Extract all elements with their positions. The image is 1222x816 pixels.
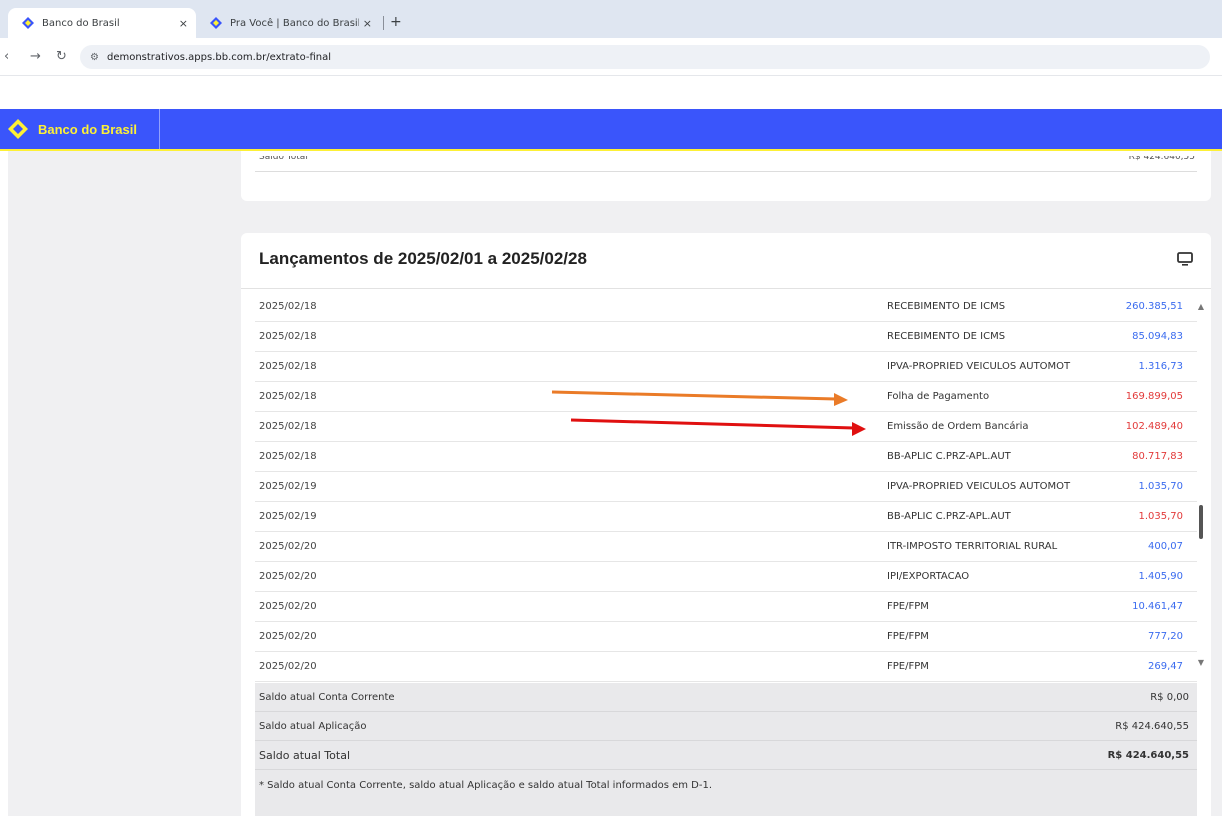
row-value: 269,47 [1148, 661, 1183, 672]
table-row[interactable]: 2025/02/18 IPVA-PROPRIED VEICULOS AUTOMOT… [255, 352, 1197, 382]
table-row[interactable]: 2025/02/20 IPI/EXPORTACAO 1.405,90 [255, 562, 1197, 592]
row-value: 85.094,83 [1132, 331, 1183, 342]
table-row[interactable]: 2025/02/18 Emissão de Ordem Bancária 102.4… [255, 412, 1197, 442]
browser-address-bar: ‹ → ↻ ⚙ demonstrativos.apps.bb.com.br/ex… [0, 38, 1222, 76]
row-value: 260.385,51 [1125, 301, 1183, 312]
summary-label: Saldo atual Conta Corrente [259, 692, 395, 703]
row-date: 2025/02/20 [259, 571, 317, 582]
row-description: IPVA-PROPRIED VEICULOS AUTOMOT [887, 361, 1071, 372]
row-date: 2025/02/19 [259, 511, 317, 522]
scroll-up-icon[interactable]: ▲ [1198, 302, 1204, 311]
row-description: FPE/FPM [887, 661, 929, 672]
divider [255, 171, 1197, 172]
scroll-down-icon[interactable]: ▼ [1198, 658, 1204, 667]
table-row[interactable]: 2025/02/19 BB-APLIC C.PRZ-APL.AUT 1.035,70 [255, 502, 1197, 532]
summary-value: R$ 0,00 [1150, 692, 1189, 703]
tab-separator [383, 16, 384, 30]
row-value: 10.461,47 [1132, 601, 1183, 612]
brand-name: Banco do Brasil [38, 121, 137, 137]
row-value: 102.489,40 [1125, 421, 1183, 432]
tab-pra-voce[interactable]: Pra Você | Banco do Brasil × [200, 8, 380, 38]
table-row[interactable]: 2025/02/20 FPE/FPM 10.461,47 [255, 592, 1197, 622]
divider [241, 288, 1211, 289]
summary-value: R$ 424.640,55 [1107, 750, 1189, 761]
row-description: RECEBIMENTO DE ICMS [887, 331, 1006, 342]
table-row[interactable]: 2025/02/18 RECEBIMENTO DE ICMS 260.385,51 [255, 292, 1197, 322]
summary-row-aplicacao: Saldo atual Aplicação R$ 424.640,55 [255, 712, 1197, 741]
row-value: 400,07 [1148, 541, 1183, 552]
tab-banco-do-brasil[interactable]: Banco do Brasil × [8, 8, 196, 38]
summary-value: R$ 424.640,55 [1115, 721, 1189, 732]
row-value: 169.899,05 [1125, 391, 1183, 402]
footnote: * Saldo atual Conta Corrente, saldo atua… [259, 780, 713, 791]
row-date: 2025/02/18 [259, 451, 317, 462]
summary-row-conta-corrente: Saldo atual Conta Corrente R$ 0,00 [255, 683, 1197, 712]
tab-close-icon[interactable]: × [363, 17, 372, 30]
row-description: BB-APLIC C.PRZ-APL.AUT [887, 511, 1011, 522]
row-description: BB-APLIC C.PRZ-APL.AUT [887, 451, 1011, 462]
balance-summary: Saldo atual Conta Corrente R$ 0,00 Saldo… [255, 683, 1197, 816]
new-tab-icon[interactable]: + [390, 14, 402, 30]
row-value: 1.035,70 [1138, 481, 1183, 492]
row-description: Emissão de Ordem Bancária [887, 421, 1029, 432]
bb-favicon-icon [22, 17, 34, 29]
summary-row-total: Saldo atual Total R$ 424.640,55 [255, 741, 1197, 770]
row-value: 80.717,83 [1132, 451, 1183, 462]
row-description: Folha de Pagamento [887, 391, 990, 402]
bb-favicon-icon [210, 17, 222, 29]
statement-title: Lançamentos de 2025/02/01 a 2025/02/28 [259, 249, 587, 268]
row-description: IPI/EXPORTACAO [887, 571, 970, 582]
bb-logo-icon [8, 119, 28, 139]
table-row[interactable]: 2025/02/20 FPE/FPM 269,47 [255, 652, 1197, 682]
table-row[interactable]: 2025/02/18 BB-APLIC C.PRZ-APL.AUT 80.717,8… [255, 442, 1197, 472]
row-date: 2025/02/20 [259, 541, 317, 552]
table-row[interactable]: 2025/02/20 ITR-IMPOSTO TERRITORIAL RURAL 4… [255, 532, 1197, 562]
transactions-list[interactable]: 2025/02/18 RECEBIMENTO DE ICMS 260.385,51 2… [241, 292, 1211, 682]
forward-arrow-icon[interactable]: → [30, 49, 41, 64]
row-date: 2025/02/20 [259, 661, 317, 672]
row-date: 2025/02/18 [259, 391, 317, 402]
url-text: demonstrativos.apps.bb.com.br/extrato-fi… [106, 51, 332, 63]
brand[interactable]: Banco do Brasil [8, 109, 160, 149]
row-value: 1.035,70 [1138, 511, 1183, 522]
row-value: 777,20 [1148, 631, 1183, 642]
row-date: 2025/02/18 [259, 421, 317, 432]
row-date: 2025/02/18 [259, 361, 317, 372]
table-row[interactable]: 2025/02/18 RECEBIMENTO DE ICMS 85.094,83 [255, 322, 1197, 352]
row-description: ITR-IMPOSTO TERRITORIAL RURAL [887, 541, 1058, 552]
table-row[interactable]: 2025/02/18 Folha de Pagamento 169.899,05 [255, 382, 1197, 412]
row-description: FPE/FPM [887, 631, 929, 642]
statement-card: Lançamentos de 2025/02/01 a 2025/02/28 2… [241, 233, 1211, 816]
row-date: 2025/02/20 [259, 631, 317, 642]
tab-title: Banco do Brasil [42, 17, 120, 29]
app-header: Banco do Brasil [0, 109, 1222, 149]
table-row[interactable]: 2025/02/20 FPE/FPM 777,20 [255, 622, 1197, 652]
tab-close-icon[interactable]: × [179, 17, 188, 30]
row-date: 2025/02/19 [259, 481, 317, 492]
row-description: IPVA-PROPRIED VEICULOS AUTOMOT [887, 481, 1071, 492]
table-row[interactable]: 2025/02/19 IPVA-PROPRIED VEICULOS AUTOMOT… [255, 472, 1197, 502]
site-settings-icon[interactable]: ⚙ [90, 52, 99, 63]
balance-card: Saldo Total R$ 424.640,55 [241, 151, 1211, 201]
url-bar[interactable]: ⚙ demonstrativos.apps.bb.com.br/extrato-… [80, 45, 1210, 69]
row-description: RECEBIMENTO DE ICMS [887, 301, 1006, 312]
partial-label: Saldo Total [259, 152, 308, 162]
partial-value: R$ 424.640,55 [1128, 152, 1195, 162]
row-date: 2025/02/20 [259, 601, 317, 612]
monitor-icon[interactable] [1177, 251, 1193, 267]
row-date: 2025/02/18 [259, 331, 317, 342]
row-value: 1.405,90 [1138, 571, 1183, 582]
row-date: 2025/02/18 [259, 301, 317, 312]
browser-tab-bar: Banco do Brasil × Pra Você | Banco do Br… [0, 0, 1222, 38]
tab-title: Pra Você | Banco do Brasil [230, 17, 359, 29]
row-description: FPE/FPM [887, 601, 929, 612]
summary-label: Saldo atual Total [259, 749, 350, 762]
reload-icon[interactable]: ↻ [56, 49, 67, 64]
summary-label: Saldo atual Aplicação [259, 721, 367, 732]
scrollbar-thumb[interactable] [1199, 505, 1203, 539]
row-value: 1.316,73 [1138, 361, 1183, 372]
back-arrow-icon[interactable]: ‹ [4, 49, 9, 64]
